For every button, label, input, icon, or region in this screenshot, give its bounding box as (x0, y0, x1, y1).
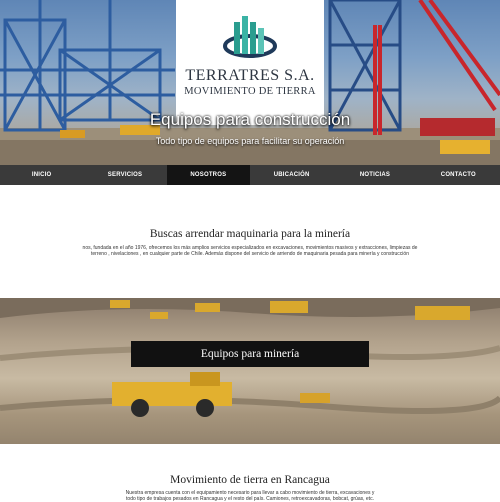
hero-banner: TERRATRES S.A. MOVIMIENTO DE TIERRA Equi… (0, 0, 500, 165)
mining-banner: Equipos para minería (0, 298, 500, 444)
company-logo[interactable]: TERRATRES S.A. MOVIMIENTO DE TIERRA (176, 0, 324, 125)
section-text-line: terreno , nivelaciones , en cualquier pa… (91, 251, 409, 257)
nav-item-noticias[interactable]: NOTICIAS (333, 165, 416, 185)
hero-subtitle: Todo tipo de equipos para facilitar su o… (155, 136, 345, 146)
nav-item-nosotros[interactable]: NOSOTROS (166, 165, 250, 185)
section-text-line: todo tipo de trabajos pesados en Rancagu… (126, 496, 374, 502)
hero-title: Equipos para construcción (149, 110, 351, 129)
logo-subtitle: MOVIMIENTO DE TIERRA (184, 86, 316, 97)
section-title-rancagua: Movimiento de tierra en Rancagua (170, 474, 330, 486)
main-navigation: INICIO SERVICIOS NOSOTROS UBICACIÓN NOTI… (0, 165, 500, 185)
nav-item-inicio[interactable]: INICIO (0, 165, 83, 185)
mining-title: Equipos para minería (200, 348, 300, 360)
mining-title-bar: Equipos para minería (131, 341, 369, 367)
mining-site-image (0, 298, 500, 417)
logo-title: TERRATRES S.A. (185, 67, 315, 84)
logo-mark-icon (223, 16, 277, 58)
nav-item-ubicacion[interactable]: UBICACIÓN (250, 165, 333, 185)
section-title-arrendar: Buscas arrendar maquinaria para la miner… (149, 228, 351, 240)
nav-item-servicios[interactable]: SERVICIOS (83, 165, 166, 185)
nav-item-contacto[interactable]: CONTACTO (417, 165, 500, 185)
